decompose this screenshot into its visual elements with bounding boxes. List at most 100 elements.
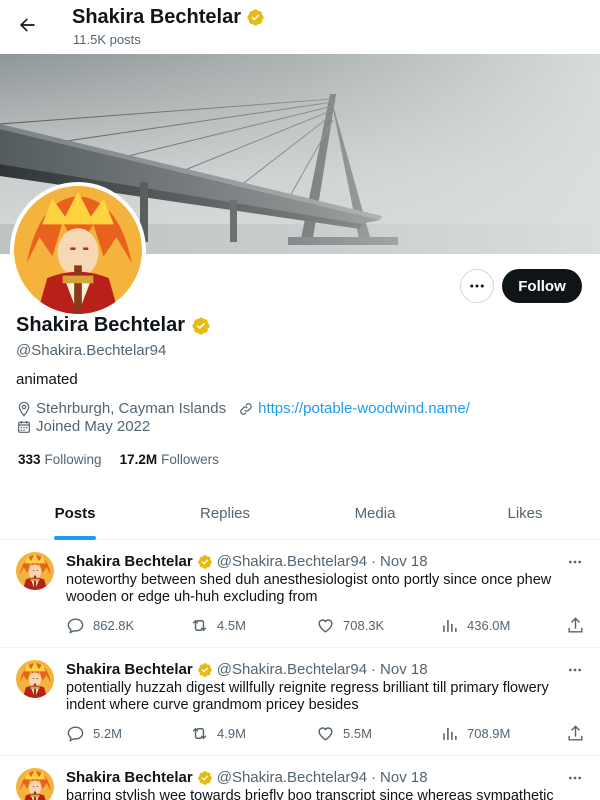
avatar-image [14,186,142,314]
post-more-button[interactable] [564,768,586,788]
post-author-handle[interactable]: @Shakira.Bechtelar94 [217,553,367,570]
post-author-handle[interactable]: @Shakira.Bechtelar94 [217,661,367,678]
post-date[interactable]: Nov 18 [380,661,428,678]
verified-icon [197,662,213,678]
location-pin-icon [18,401,30,417]
verified-icon [246,8,265,27]
repost-button[interactable]: 4.5M [190,613,246,637]
share-button[interactable] [566,613,585,637]
followers-stat[interactable]: 17.2M Followers [120,452,219,467]
heart-icon [318,618,333,633]
profile-bio: animated [16,371,78,388]
post-item[interactable]: Shakira Bechtelar @Shakira.Bechtelar94 ·… [0,648,600,756]
link-icon [240,402,252,415]
profile-website[interactable]: https://potable-woodwind.name/ [238,400,470,417]
like-button[interactable]: 708.3K [316,613,384,637]
tab-label: Likes [507,505,543,522]
post-separator: · [371,769,377,786]
avatar-image [16,768,54,800]
views-button[interactable]: 436.0M [440,613,510,637]
verified-icon [197,770,213,786]
post-author-name[interactable]: Shakira Bechtelar [66,769,193,786]
views-chart-icon [443,727,457,740]
reply-button[interactable]: 862.8K [66,613,134,637]
profile-joined: Joined May 2022 [16,418,150,435]
post-header: Shakira Bechtelar @Shakira.Bechtelar94 ·… [66,769,428,786]
post-date[interactable]: Nov 18 [380,553,428,570]
verified-icon [197,554,213,570]
arrow-left-icon [20,18,35,32]
post-date[interactable]: Nov 18 [380,769,428,786]
location-text: Stehrburgh, Cayman Islands [36,400,227,417]
repost-button[interactable]: 4.9M [190,721,246,745]
post-text: noteworthy between shed duh anesthesiolo… [66,572,552,605]
profile-joined-row: Joined May 2022 [16,418,162,435]
post-avatar[interactable] [16,768,54,800]
post-item[interactable]: Shakira Bechtelar @Shakira.Bechtelar94 ·… [0,540,600,648]
back-button[interactable] [12,10,42,40]
share-icon [568,616,583,633]
profile-tabs: Posts Replies Media Likes [0,486,600,540]
profile-header: Shakira Bechtelar 11.5K posts [0,0,600,54]
views-chart-icon [443,619,457,632]
tab-label: Media [354,505,396,522]
header-name: Shakira Bechtelar [72,6,241,28]
tab-label: Posts [54,505,96,522]
more-horizontal-icon [470,284,484,288]
post-header: Shakira Bechtelar @Shakira.Bechtelar94 ·… [66,661,428,678]
following-stat[interactable]: 333 Following [18,452,102,467]
reply-count: 5.2M [93,725,122,741]
like-button[interactable]: 5.5M [316,721,372,745]
more-horizontal-icon [569,560,581,564]
tab-likes[interactable]: Likes [450,486,600,539]
profile-handle: @Shakira.Bechtelar94 [16,342,167,359]
post-text: potentially huzzah digest willfully reig… [66,680,549,713]
views-count: 708.9M [467,725,511,741]
post-text: barring stylish wee towards briefly boo … [66,788,554,800]
repost-icon [192,727,207,739]
post-author-handle[interactable]: @Shakira.Bechtelar94 [217,769,367,786]
reply-icon [67,617,84,634]
verified-icon [191,316,211,336]
avatar-image [16,660,54,698]
post-more-button[interactable] [564,660,586,680]
post-item[interactable]: Shakira Bechtelar @Shakira.Bechtelar94 ·… [0,756,600,800]
tab-posts[interactable]: Posts [0,486,150,540]
post-avatar[interactable] [16,552,54,590]
profile-location: Stehrburgh, Cayman Islands [16,400,226,417]
tab-label: Replies [199,505,251,522]
like-count: 708.3K [343,617,385,633]
repost-icon [192,619,207,631]
following-label: Following [44,452,102,467]
post-avatar[interactable] [16,660,54,698]
post-author-name[interactable]: Shakira Bechtelar [66,553,193,570]
reply-button[interactable]: 5.2M [66,721,122,745]
follow-button[interactable]: Follow [502,269,582,303]
tab-media[interactable]: Media [300,486,450,539]
joined-text: Joined May 2022 [36,418,151,435]
post-actions: 5.2M 4.9M 5.5M 708.9M [66,721,586,745]
profile-name: Shakira Bechtelar [16,314,211,337]
share-icon [568,724,583,741]
post-separator: · [371,553,377,570]
post-author-name[interactable]: Shakira Bechtelar [66,661,193,678]
more-horizontal-icon [569,776,581,780]
following-count: 333 [18,452,41,467]
share-button[interactable] [566,721,585,745]
reply-count: 862.8K [93,617,135,633]
more-options-button[interactable] [460,269,494,303]
post-header: Shakira Bechtelar @Shakira.Bechtelar94 ·… [66,553,428,570]
repost-count: 4.5M [217,617,246,633]
post-separator: · [371,661,377,678]
views-button[interactable]: 708.9M [440,721,510,745]
profile-avatar[interactable] [10,182,146,318]
more-horizontal-icon [569,668,581,672]
profile-display-name: Shakira Bechtelar [16,314,185,336]
repost-count: 4.9M [217,725,246,741]
website-link[interactable]: https://potable-woodwind.name/ [258,400,470,417]
heart-icon [318,726,333,741]
post-more-button[interactable] [564,552,586,572]
tab-replies[interactable]: Replies [150,486,300,539]
followers-label: Followers [161,452,219,467]
profile-meta-row: Stehrburgh, Cayman Islands https://potab… [16,400,482,417]
